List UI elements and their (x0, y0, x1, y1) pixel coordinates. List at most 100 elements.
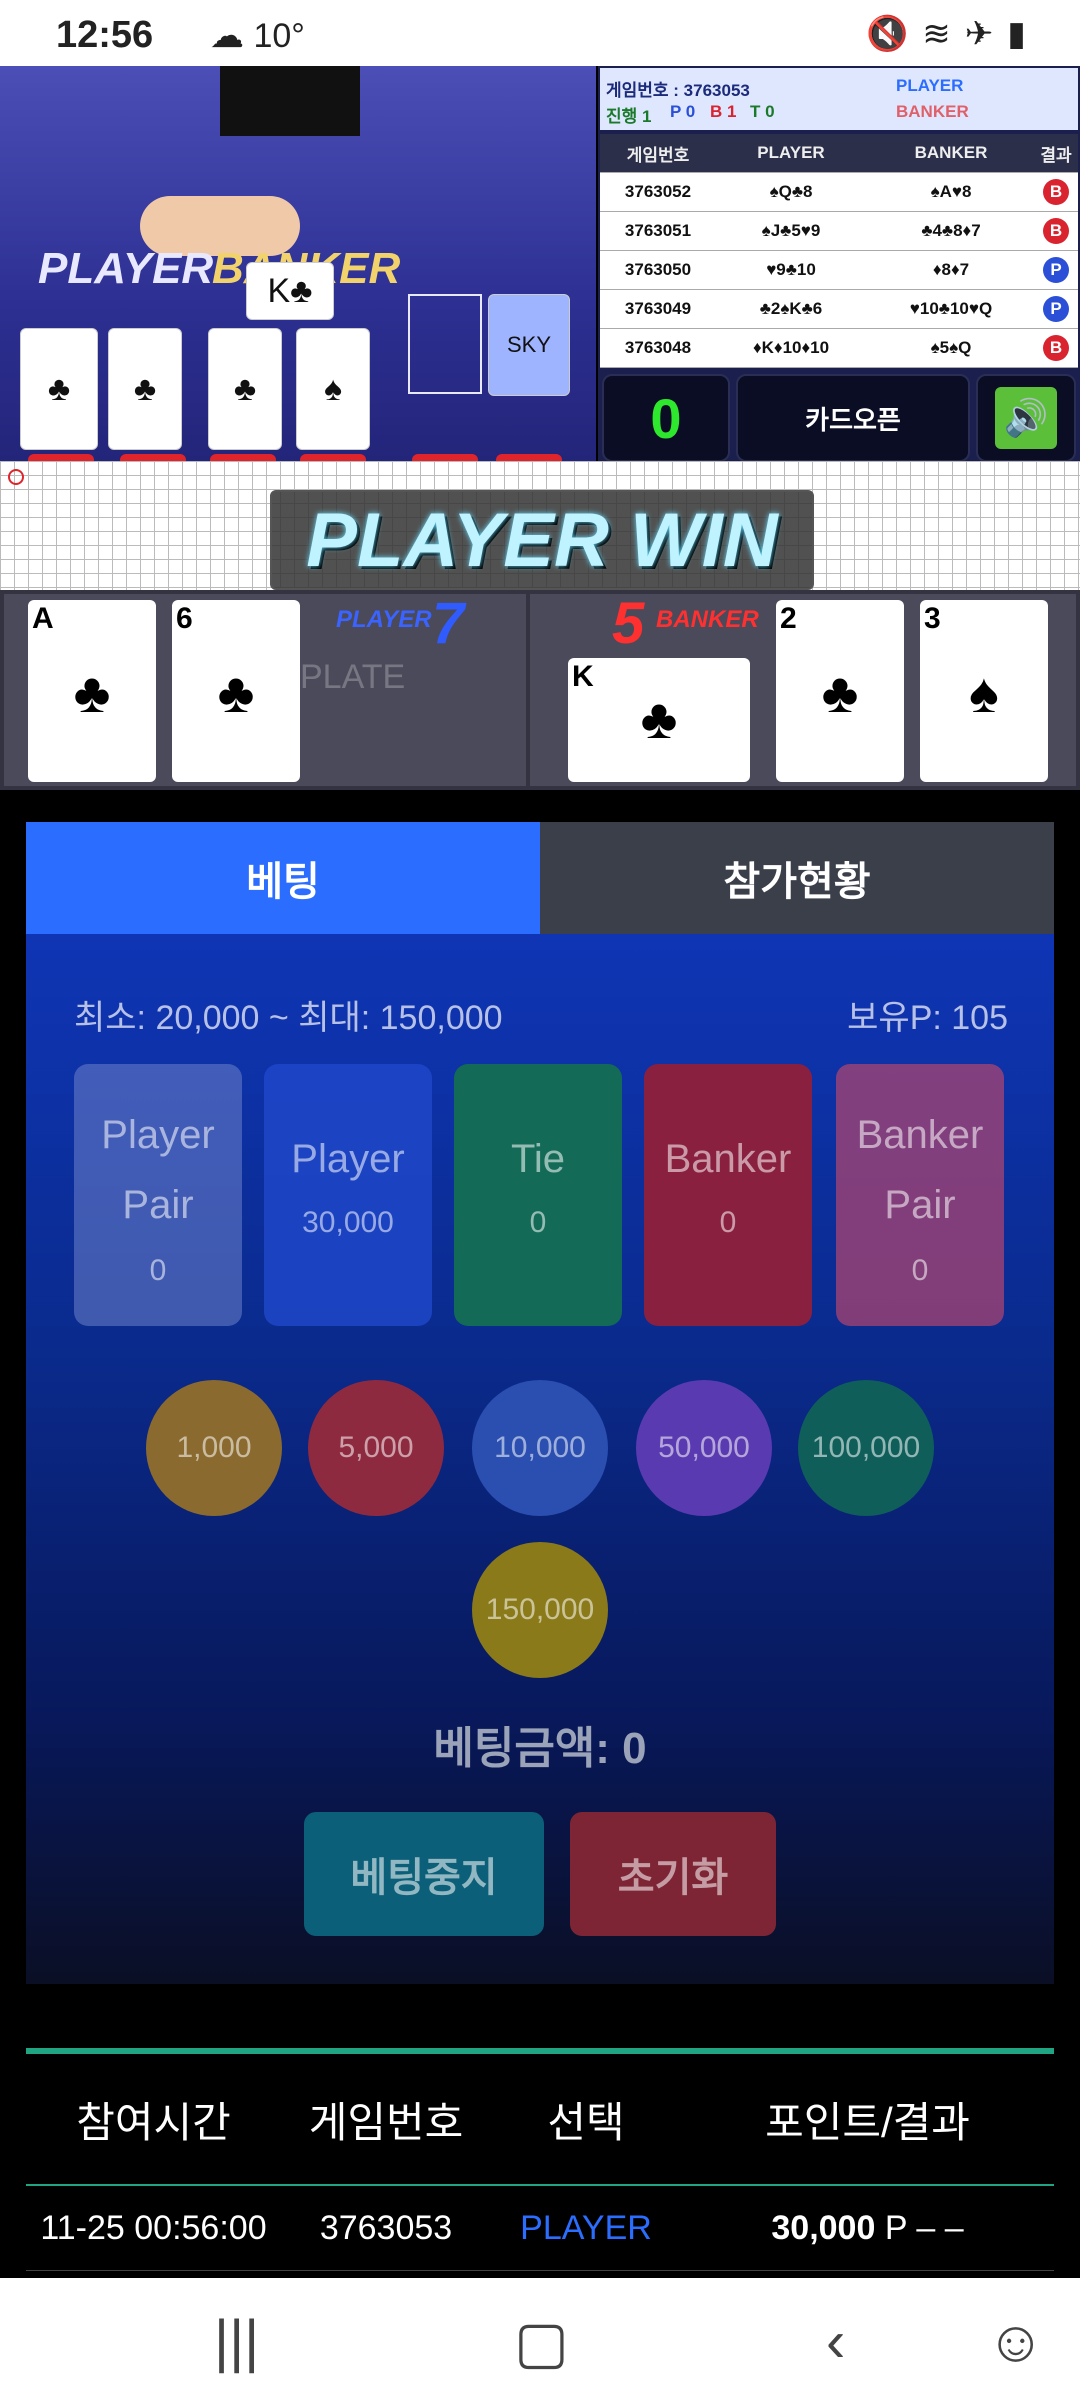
home-icon[interactable]: ▢ (514, 2308, 569, 2376)
banker-card: 2 ♣ (776, 600, 904, 782)
row-game-no: 3763053 (319, 2208, 453, 2247)
bet-name: Pair (122, 1183, 194, 1227)
tie-count: T 0 (750, 102, 775, 121)
banker-card: K ♣ (568, 658, 750, 782)
card-suit: ♣ (821, 661, 859, 724)
back-icon[interactable]: ‹ (826, 2308, 845, 2375)
dealer-figure (220, 66, 360, 136)
card-rank: A (32, 602, 54, 635)
points-balance: 보유P: 105 (847, 999, 1008, 1037)
banker-label: BANKER (656, 606, 759, 633)
player-card: A ♣ (28, 600, 156, 782)
status-bar: 12:56 ☁ 10° 🔇≋✈▮ (0, 0, 1080, 66)
stop-betting-button[interactable]: 베팅중지 (304, 1812, 544, 1936)
card-slot (408, 294, 482, 394)
bet-tie[interactable]: Tie 0 (454, 1064, 622, 1326)
table-light (28, 454, 94, 461)
status-time: 12:56 (56, 14, 154, 56)
chip-5000[interactable]: 5,000 (308, 1380, 444, 1516)
win-banner: PLAYER WIN (270, 490, 814, 590)
banker-card: 3 ♠ (920, 600, 1048, 782)
chip-50000[interactable]: 50,000 (636, 1380, 772, 1516)
accessibility-icon[interactable]: ☺ (986, 2308, 1045, 2375)
table-light (412, 454, 478, 461)
bet-limits: 최소: 20,000 ~ 최대: 150,000 (74, 999, 503, 1037)
banker-count: B 1 (710, 102, 737, 121)
game-info-panel: 게임번호 : 3763053 진행 1 P 0 B 1 T 0 PLAYER B… (598, 66, 1080, 462)
reset-button[interactable]: 초기화 (570, 1812, 776, 1936)
result-badge: B (1043, 335, 1069, 361)
game-info-header: 게임번호 : 3763053 진행 1 P 0 B 1 T 0 PLAYER B… (600, 68, 1078, 130)
bet-name: Tie (510, 1137, 566, 1181)
history-row: 3763052 ♠Q♣8 ♠A♥8 B (600, 173, 1078, 212)
col-points-result: 포인트/결과 (765, 2098, 970, 2146)
bet-player[interactable]: Player 30,000 (264, 1064, 432, 1326)
chip-10000[interactable]: 10,000 (472, 1380, 608, 1516)
card-open-button[interactable]: 카드오픈 (736, 374, 970, 462)
bet-amount: 0 (911, 1254, 929, 1287)
table-light (300, 454, 366, 461)
tab-participation[interactable]: 참가현황 (540, 822, 1054, 934)
sound-button[interactable]: 🔊 (976, 374, 1076, 462)
counter-display: 0 (602, 374, 730, 462)
participation-table: 참여시간 게임번호 선택 포인트/결과 11-25 00:56:00 37630… (26, 2048, 1054, 2271)
row-player-cards: ♠Q♣8 (769, 182, 813, 201)
bet-name: Pair (884, 1183, 956, 1227)
chip-1000[interactable]: 1,000 (146, 1380, 282, 1516)
bet-amount: 30,000 (302, 1206, 394, 1239)
card-suit: ♣ (640, 687, 678, 750)
table-light (210, 454, 276, 461)
card-rank: 6 (176, 602, 193, 635)
bet-name: Player (101, 1113, 215, 1157)
history-row: 3763048 ♦K♦10♦10 ♠5♠Q B (600, 329, 1078, 368)
table-card: ♣ (20, 328, 98, 450)
row-game-no: 3763051 (624, 221, 692, 240)
player-hand: A ♣ 6 ♣ PLAYER 7 PLATE (4, 591, 526, 786)
bet-name: Player (291, 1137, 405, 1181)
row-banker-cards: ♦8♦7 (932, 260, 970, 279)
result-cards: A ♣ 6 ♣ PLAYER 7 PLATE 5 BANKER K ♣ 2 ♣ … (0, 590, 1080, 790)
history-row: 3763050 ♥9♣10 ♦8♦7 P (600, 251, 1078, 290)
player-card: 6 ♣ (172, 600, 300, 782)
system-nav-bar: ||| ▢ ‹ ☺ (0, 2278, 1080, 2408)
player-tag: PLAYER (896, 76, 964, 95)
wifi-icon: ≋ (922, 15, 965, 53)
live-video[interactable]: PLAYER BANKER ♣ ♣ ♣ ♠ K♣ SKY (0, 66, 596, 461)
card-suit: ♣ (73, 661, 111, 724)
row-banker-cards: ♠A♥8 (930, 182, 972, 201)
result-badge: P (1043, 296, 1069, 322)
chip-100000[interactable]: 100,000 (798, 1380, 934, 1516)
row-player-cards: ♦K♦10♦10 (752, 338, 830, 357)
bet-player-pair[interactable]: Player Pair 0 (74, 1064, 242, 1326)
watermark: PLATE (300, 658, 406, 696)
weather-temp: ☁ 10° (210, 16, 305, 56)
table-light (496, 454, 562, 461)
bet-banker-pair[interactable]: Banker Pair 0 (836, 1064, 1004, 1326)
history-row: 3763051 ♠J♣5♥9 ♣4♣8♦7 B (600, 212, 1078, 251)
table-card: ♣ (108, 328, 182, 450)
row-game-no: 3763050 (624, 260, 692, 279)
bet-total: 베팅금액: 0 (433, 1724, 647, 1773)
weather-icon: ☁ (210, 17, 244, 55)
banker-hand: 5 BANKER K ♣ 2 ♣ 3 ♠ (530, 591, 1076, 786)
tab-bar: 베팅 참가현황 (26, 822, 1054, 934)
temperature: 10° (253, 17, 305, 55)
participation-header: 참여시간 게임번호 선택 포인트/결과 (26, 2054, 1054, 2186)
player-count: P 0 (670, 102, 696, 121)
board-marker (8, 469, 24, 485)
row-banker-cards: ♠5♠Q (930, 338, 972, 357)
recent-apps-icon[interactable]: ||| (214, 2308, 259, 2375)
chip-150000[interactable]: 150,000 (472, 1542, 608, 1678)
bet-amount: 0 (149, 1254, 167, 1287)
bet-banker[interactable]: Banker 0 (644, 1064, 812, 1326)
player-score: 7 (432, 591, 465, 656)
row-game-no: 3763052 (624, 182, 692, 201)
tab-betting[interactable]: 베팅 (26, 822, 540, 934)
col-banker: BANKER (914, 143, 988, 162)
row-choice: PLAYER (520, 2208, 652, 2247)
row-player-cards: ♥9♣10 (766, 260, 816, 279)
col-game-no: 게임번호 (308, 2098, 464, 2146)
banker-tag: BANKER (896, 102, 969, 121)
table-card: K♣ (246, 262, 334, 320)
bet-amount: 0 (529, 1206, 547, 1239)
